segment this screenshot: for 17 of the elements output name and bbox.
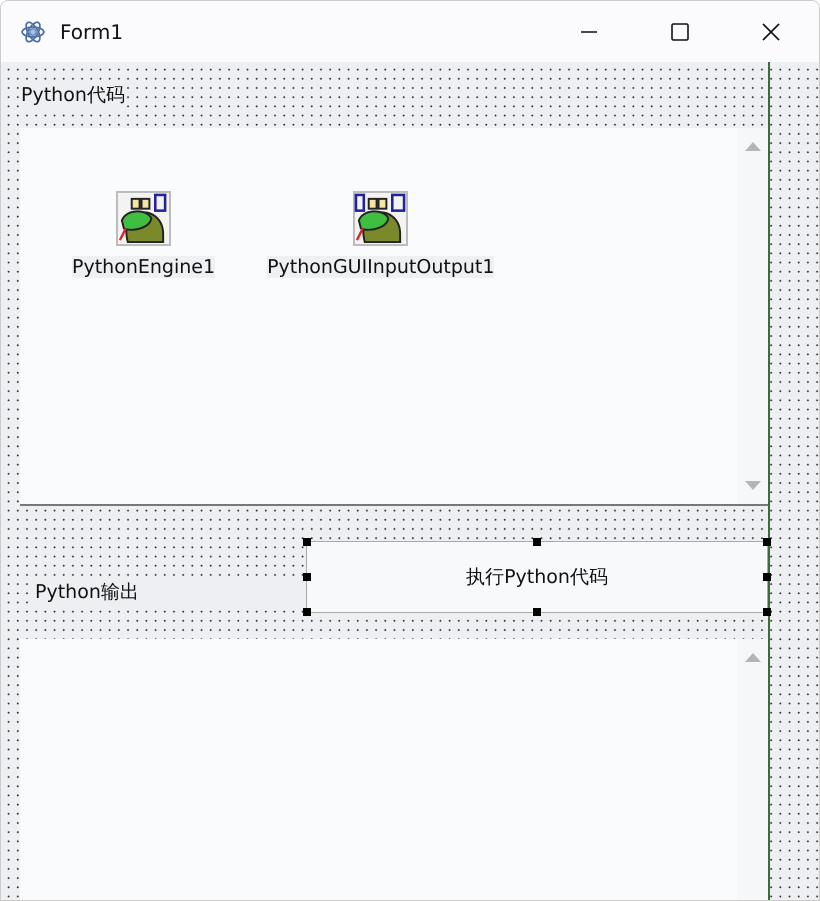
component-name: PythonEngine1 [72, 256, 216, 278]
resize-handle[interactable] [533, 538, 541, 546]
resize-handle[interactable] [303, 608, 311, 616]
snake-icon[interactable] [116, 191, 172, 246]
resize-handle[interactable] [763, 572, 771, 580]
run-python-button[interactable]: 执行Python代码 [306, 540, 768, 612]
snake-icon[interactable] [353, 191, 408, 246]
resize-handle[interactable] [763, 608, 771, 616]
scrollbar[interactable] [737, 128, 768, 504]
resize-handle[interactable] [303, 538, 311, 546]
resize-handle[interactable] [763, 538, 771, 546]
code-memo[interactable]: PythonEngine1 PythonGUIInputOutput1 [20, 128, 768, 504]
resize-handle[interactable] [303, 572, 311, 580]
component-name: PythonGUIInputOutput1 [267, 256, 494, 278]
atom-icon [20, 18, 46, 44]
window-title: Form1 [60, 20, 124, 44]
scrollbar[interactable] [737, 639, 768, 900]
